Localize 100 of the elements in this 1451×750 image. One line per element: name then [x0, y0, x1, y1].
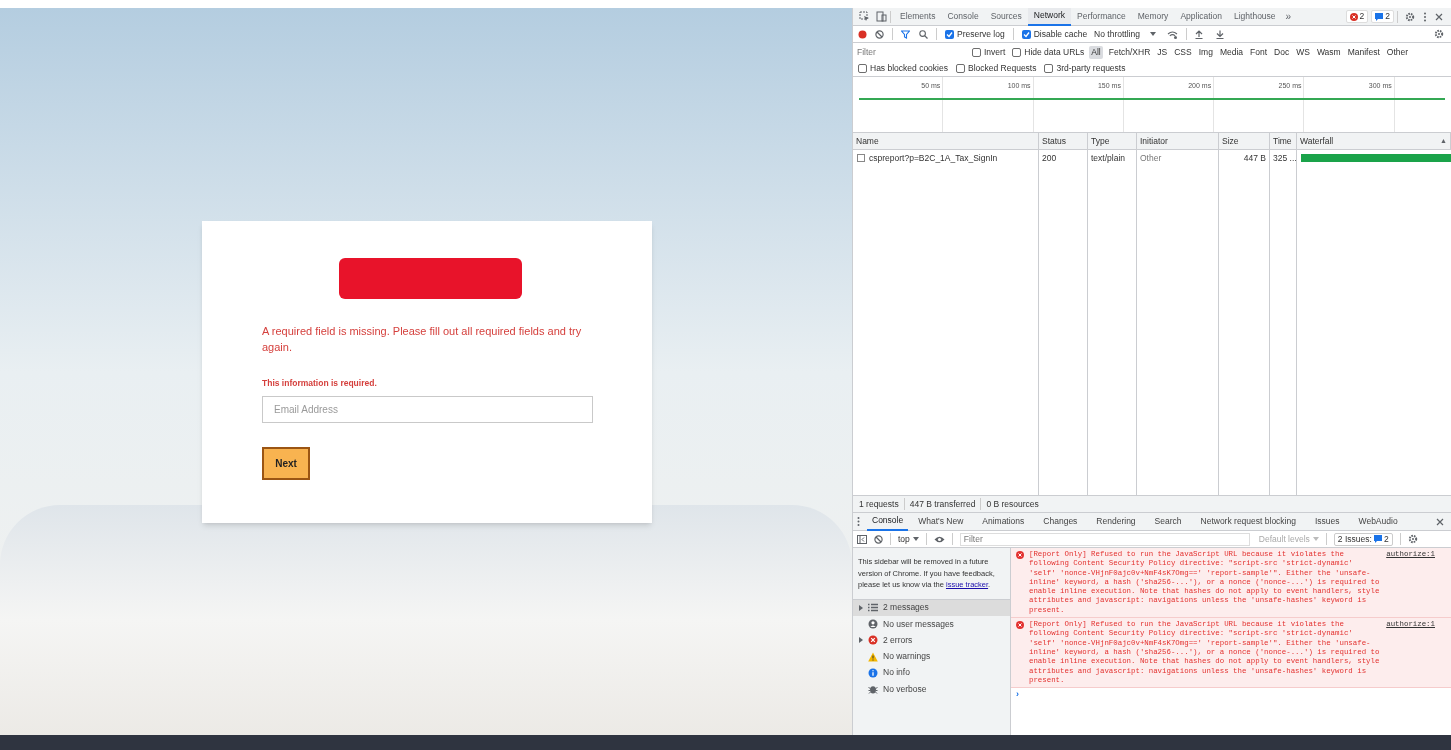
panel-tab[interactable]: Console: [941, 7, 985, 26]
drawer-tab[interactable]: Console: [867, 512, 909, 531]
issue-count-badge[interactable]: 2: [1371, 10, 1394, 23]
sidebar-toggle-icon[interactable]: [857, 534, 867, 544]
type-filter[interactable]: Font: [1249, 45, 1269, 59]
panel-tab[interactable]: Sources: [984, 7, 1028, 26]
close-icon[interactable]: [1435, 12, 1443, 21]
summary-text: 447 B transferred: [908, 497, 977, 511]
type-filter[interactable]: Wasm: [1315, 45, 1342, 59]
table-cell: Other: [1140, 151, 1162, 165]
checkbox[interactable]: [1044, 64, 1054, 73]
settings-icon[interactable]: [1405, 11, 1415, 22]
table-cell: 447 B: [1243, 151, 1266, 165]
settings-icon[interactable]: [1434, 29, 1444, 39]
type-filter[interactable]: Other: [1385, 45, 1410, 59]
panel-tab[interactable]: Application: [1174, 7, 1228, 26]
document-icon: [857, 154, 865, 162]
checkbox-label: Disable cache: [1033, 27, 1088, 41]
clear-icon[interactable]: [875, 29, 884, 39]
error-icon: [1349, 12, 1358, 21]
column-header[interactable]: Initiator: [1140, 134, 1168, 148]
drawer-tab[interactable]: What's New: [909, 512, 973, 531]
table-cell: 200: [1042, 151, 1057, 165]
clear-icon[interactable]: [874, 534, 883, 544]
console-filter-field[interactable]: Filter: [959, 532, 1250, 546]
drawer-tab[interactable]: Issues: [1305, 512, 1349, 531]
error-count: 2: [1359, 10, 1365, 23]
drawer-tab[interactable]: Changes: [1034, 512, 1087, 531]
field-error: This information is required.: [262, 377, 378, 390]
checkbox[interactable]: [858, 64, 867, 73]
sidebar-item[interactable]: No user messages: [853, 615, 1010, 633]
drawer-tab[interactable]: WebAudio: [1349, 512, 1407, 531]
wifi-gear-icon[interactable]: [1166, 29, 1178, 39]
column-header[interactable]: Size: [1222, 134, 1239, 148]
column-header[interactable]: Status: [1042, 134, 1067, 148]
issues-button[interactable]: 2 Issues: 2: [1333, 532, 1393, 546]
type-filter[interactable]: Img: [1197, 45, 1214, 59]
panel-tab[interactable]: Lighthouse: [1227, 7, 1282, 26]
warning-icon: [868, 651, 878, 662]
summary-text: 0 B resources: [985, 497, 1040, 511]
table-cell: 325 ...: [1273, 151, 1297, 165]
type-filter[interactable]: Fetch/XHR: [1107, 45, 1152, 59]
search-icon[interactable]: [919, 29, 928, 39]
sidebar-item[interactable]: No warnings: [853, 648, 1010, 665]
context-dropdown[interactable]: top: [898, 532, 919, 546]
drawer-tab[interactable]: Network request blocking: [1191, 512, 1305, 531]
checkbox[interactable]: [972, 47, 981, 57]
more-tabs-button[interactable]: »: [1281, 9, 1296, 24]
error-icon: [868, 635, 878, 646]
inspect-icon[interactable]: [859, 11, 870, 22]
eye-icon[interactable]: [933, 535, 945, 543]
checkbox-label: Hide data URLs: [1024, 45, 1085, 59]
checkbox[interactable]: [1012, 47, 1022, 57]
panel-tab[interactable]: Elements: [894, 7, 942, 26]
next-button[interactable]: Next: [262, 446, 310, 480]
record-icon[interactable]: [858, 29, 867, 39]
drawer-tab[interactable]: Animations: [973, 512, 1034, 531]
upload-icon[interactable]: [1194, 29, 1203, 39]
close-icon[interactable]: [1436, 517, 1444, 526]
panel-tab[interactable]: Memory: [1131, 7, 1175, 26]
drawer-menu-icon[interactable]: [857, 517, 860, 526]
settings-icon[interactable]: [1407, 534, 1418, 544]
filter-icon[interactable]: [901, 29, 910, 39]
column-header[interactable]: Name: [856, 134, 879, 148]
type-filter[interactable]: All: [1089, 45, 1103, 59]
list-icon: [868, 602, 878, 613]
checkbox-label: Has blocked cookies: [870, 62, 948, 75]
panel-tab[interactable]: Performance: [1071, 7, 1132, 26]
type-filter[interactable]: JS: [1156, 45, 1169, 59]
table-cell: cspreport?p=B2C_1A_Tax_SignIn: [869, 151, 998, 165]
console-prompt[interactable]: ›: [1011, 688, 1451, 702]
error-message: A required field is missing. Please fill out all required fields and try again.: [262, 324, 583, 355]
drawer-tab[interactable]: Search: [1145, 512, 1191, 531]
sidebar-item[interactable]: 2 errors: [853, 632, 1010, 649]
type-filter[interactable]: WS: [1295, 45, 1311, 59]
type-filter[interactable]: Doc: [1273, 45, 1291, 59]
column-header[interactable]: Type: [1091, 134, 1110, 148]
type-filter[interactable]: Manifest: [1346, 45, 1381, 59]
download-icon[interactable]: [1215, 29, 1224, 39]
drawer-tab[interactable]: Rendering: [1087, 512, 1145, 531]
checkbox-label: Blocked Requests: [967, 62, 1037, 75]
error-icon: [1016, 621, 1024, 630]
sidebar-item[interactable]: No info: [853, 664, 1010, 681]
checkbox-label: Preserve log: [957, 27, 1005, 41]
caret-icon: [1312, 537, 1319, 541]
checkbox[interactable]: [1021, 29, 1031, 39]
throttling-dropdown[interactable]: No throttling: [1094, 27, 1156, 41]
type-filter[interactable]: Media: [1218, 45, 1245, 59]
device-toolbar-icon[interactable]: [876, 11, 887, 22]
type-filter[interactable]: CSS: [1173, 45, 1193, 59]
column-header[interactable]: Waterfall: [1300, 134, 1334, 148]
table-cell: text/plain: [1091, 151, 1126, 165]
checkbox[interactable]: [945, 29, 954, 39]
email-field[interactable]: Email Address: [262, 395, 593, 423]
more-options-icon[interactable]: [1423, 11, 1427, 22]
column-header[interactable]: Time: [1273, 134, 1292, 148]
sidebar-item[interactable]: No verbose: [853, 681, 1010, 698]
error-count-badge[interactable]: 2: [1345, 10, 1369, 23]
checkbox[interactable]: [955, 64, 965, 73]
error-icon: [1016, 551, 1024, 559]
